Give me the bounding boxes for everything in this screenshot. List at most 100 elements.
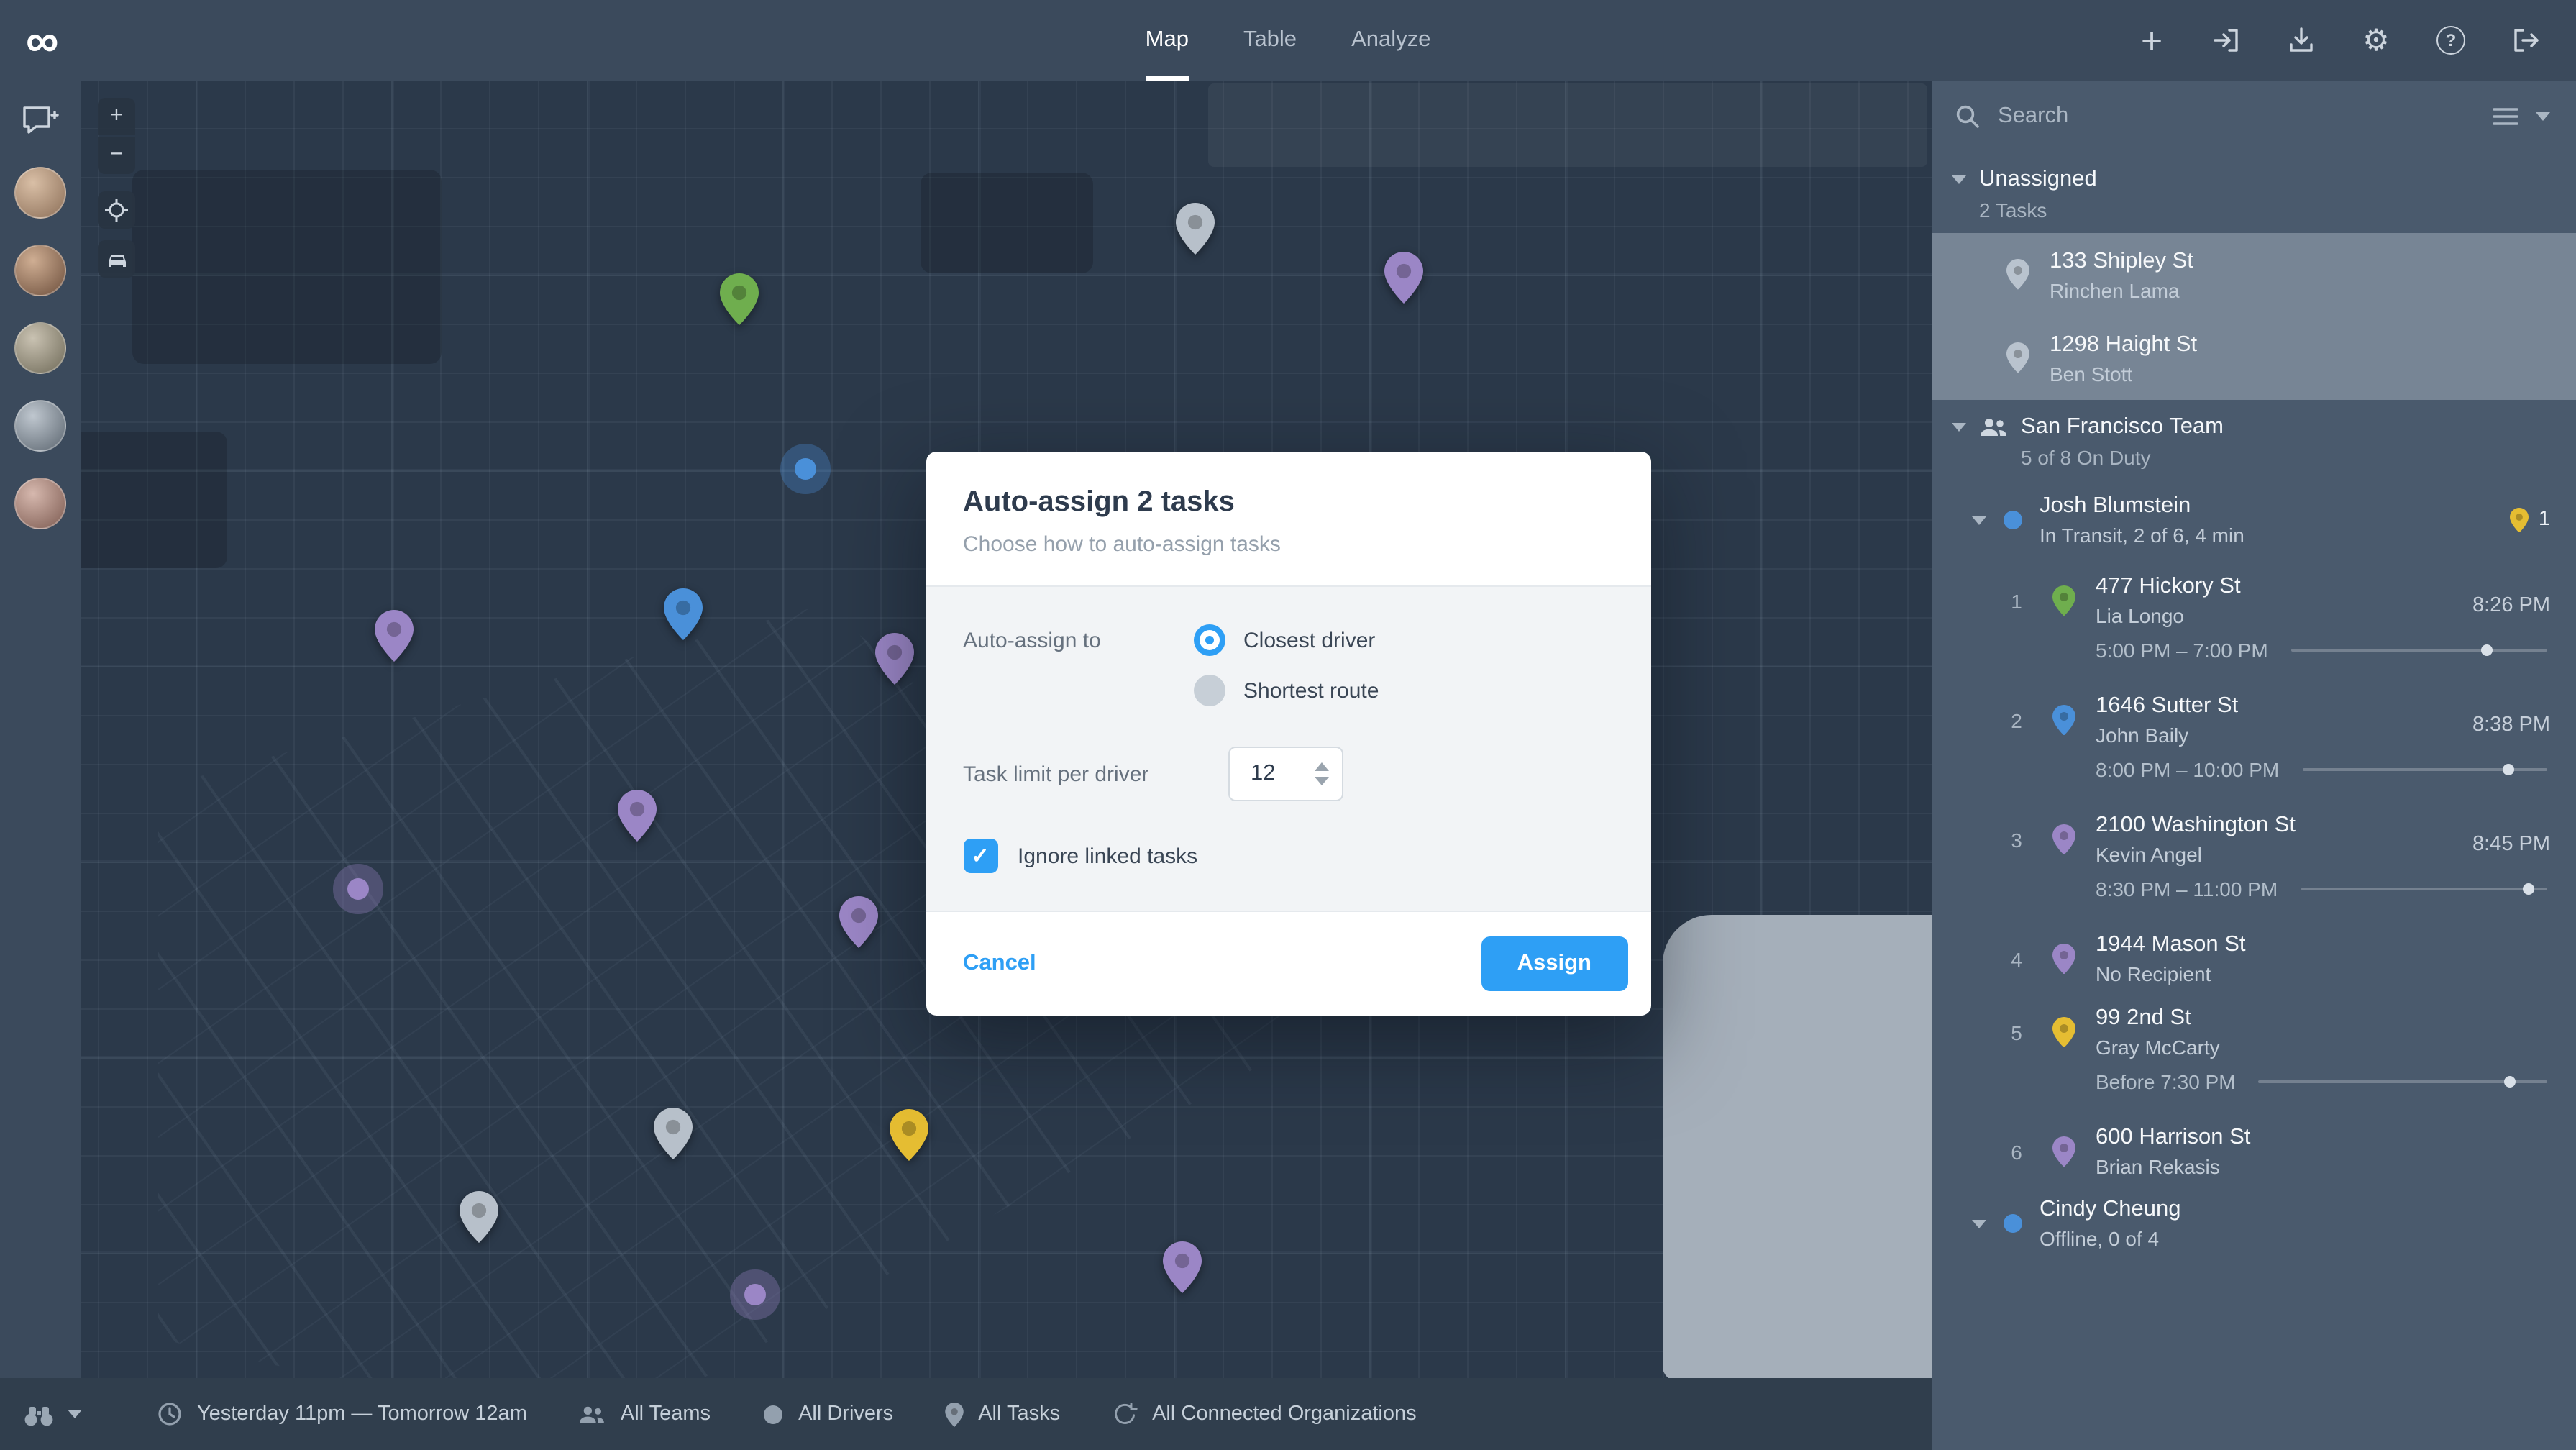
unassigned-task-row[interactable]: 133 Shipley St Rinchen Lama [1932,233,2576,316]
map-task-dot[interactable] [795,458,816,480]
settings-gear-icon[interactable]: ⚙ [2360,24,2392,56]
list-options-chevron-icon[interactable] [2536,112,2550,121]
teams-filter[interactable]: All Teams [579,1401,711,1427]
driver-row[interactable]: Cindy Cheung Offline, 0 of 4 [1932,1184,2576,1263]
map-task-pin[interactable] [1163,1241,1202,1293]
route-task-row[interactable]: 1 477 Hickory St Lia Longo 8:26 PM [1932,560,2576,633]
driver-avatar[interactable] [14,400,66,452]
tab-table[interactable]: Table [1243,0,1297,81]
dialog-title: Auto-assign 2 tasks [963,486,1235,518]
task-pin-icon [945,1402,964,1426]
stepper-up-icon[interactable] [1314,762,1328,771]
import-icon[interactable] [2211,24,2242,56]
add-icon[interactable]: + [2136,22,2168,59]
map-task-pin[interactable] [1176,203,1215,255]
map-task-pin[interactable] [654,1108,693,1159]
route-task-row[interactable]: 2 1646 Sutter St John Baily 8:38 PM [1932,679,2576,752]
route-task-row[interactable]: 6 600 Harrison St Brian Rekasis [1932,1111,2576,1184]
map-task-pin[interactable] [375,610,414,662]
route-task-row[interactable]: 5 99 2nd St Gray McCarty [1932,991,2576,1064]
binoculars-filter-button[interactable] [23,1401,82,1427]
timeline-slider[interactable] [2302,764,2547,775]
driver-name: Cindy Cheung [2040,1197,2181,1221]
unassigned-task-row[interactable]: 1298 Haight St Ben Stott [1932,316,2576,400]
timeline-slider[interactable] [2290,644,2547,656]
zoom-out-button[interactable]: − [98,137,135,174]
map-task-pin[interactable] [875,633,914,685]
organizations-filter[interactable]: All Connected Organizations [1112,1401,1417,1427]
assign-button[interactable]: Assign [1481,936,1627,991]
filter-label: All Connected Organizations [1152,1403,1417,1426]
map-task-pin[interactable] [1384,252,1423,304]
driver-name: Josh Blumstein [2040,493,2191,518]
group-subtitle: 2 Tasks [1979,199,2047,222]
cancel-button[interactable]: Cancel [963,951,1036,977]
radio-closest-driver[interactable]: Closest driver [1193,624,1379,656]
drivers-filter[interactable]: All Drivers [762,1401,893,1427]
task-recipient: Kevin Angel [2096,843,2202,866]
map-task-pin[interactable] [720,273,759,325]
tasks-filter[interactable]: All Tasks [945,1401,1060,1427]
radio-label: Shortest route [1243,678,1379,703]
group-header-team[interactable]: San Francisco Team 5 of 8 On Duty [1932,400,2576,480]
group-title: Unassigned [1979,167,2097,191]
route-task-row[interactable]: 3 2100 Washington St Kevin Angel 8:45 PM [1932,798,2576,872]
map-task-pin[interactable] [460,1191,498,1243]
tab-analyze[interactable]: Analyze [1351,0,1430,81]
task-pin-icon [2052,704,2075,736]
driver-row[interactable]: Josh Blumstein In Transit, 2 of 6, 4 min… [1932,480,2576,560]
add-conversation-icon[interactable] [22,104,59,138]
checkbox-label: Ignore linked tasks [1018,844,1198,868]
filter-label: All Drivers [798,1403,894,1426]
task-recipient: John Baily [2096,724,2189,747]
help-icon[interactable]: ? [2435,24,2467,56]
timeline-slider[interactable] [2258,1076,2547,1088]
map-task-pin[interactable] [839,896,878,948]
chevron-down-icon [68,1410,82,1418]
driver-avatar[interactable] [14,245,66,296]
locate-crosshair-button[interactable] [98,191,135,229]
group-header-unassigned[interactable]: Unassigned 2 Tasks [1932,152,2576,233]
driver-avatar[interactable] [14,167,66,219]
task-recipient: Rinchen Lama [2050,278,2180,301]
driver-status-dot [2004,511,2022,529]
radio-unselected-icon[interactable] [1193,675,1225,706]
zoom-in-button[interactable]: + [98,98,135,135]
task-title: 477 Hickory St [2096,574,2241,598]
top-bar: ∞ Map Table Analyze + ⚙ ? [0,0,2576,81]
task-pin-icon [2052,824,2075,855]
left-sidebar [0,81,81,1450]
checkbox-checked-icon[interactable]: ✓ [963,839,997,873]
list-view-icon[interactable] [2493,106,2518,127]
map-task-pin[interactable] [890,1109,928,1161]
timeline-slider[interactable] [2301,883,2547,895]
map-task-pin[interactable] [618,790,657,842]
download-icon[interactable] [2285,24,2317,56]
ignore-linked-tasks-option[interactable]: ✓ Ignore linked tasks [963,839,1613,873]
task-title: 2100 Washington St [2096,813,2296,837]
group-subtitle: 5 of 8 On Duty [2021,446,2151,469]
radio-selected-icon[interactable] [1193,624,1225,656]
route-task-row[interactable]: 4 1944 Mason St No Recipient [1932,918,2576,991]
tab-map[interactable]: Map [1145,0,1189,81]
chevron-down-icon [1972,516,1986,524]
radio-shortest-route[interactable]: Shortest route [1193,675,1379,706]
driver-avatar[interactable] [14,322,66,374]
assign-to-label: Auto-assign to [963,629,1101,653]
stepper-down-icon[interactable] [1314,777,1328,785]
search-input[interactable] [1998,104,2475,129]
clock-icon [158,1403,181,1426]
traffic-car-button[interactable] [98,240,135,278]
infinity-logo-icon[interactable]: ∞ [26,6,59,75]
task-limit-stepper[interactable]: 12 [1228,747,1343,801]
filter-bar: Yesterday 11pm — Tomorrow 12am All Teams… [0,1378,1932,1450]
driver-avatar[interactable] [14,478,66,529]
map-task-dot[interactable] [347,878,369,900]
time-range-filter[interactable]: Yesterday 11pm — Tomorrow 12am [157,1401,527,1427]
map-task-dot[interactable] [744,1284,766,1305]
chevron-down-icon [1972,1219,1986,1228]
map-task-pin[interactable] [664,588,703,640]
task-pin-icon [2052,943,2075,975]
task-limit-value[interactable]: 12 [1251,761,1314,787]
sign-out-icon[interactable] [2510,24,2541,56]
